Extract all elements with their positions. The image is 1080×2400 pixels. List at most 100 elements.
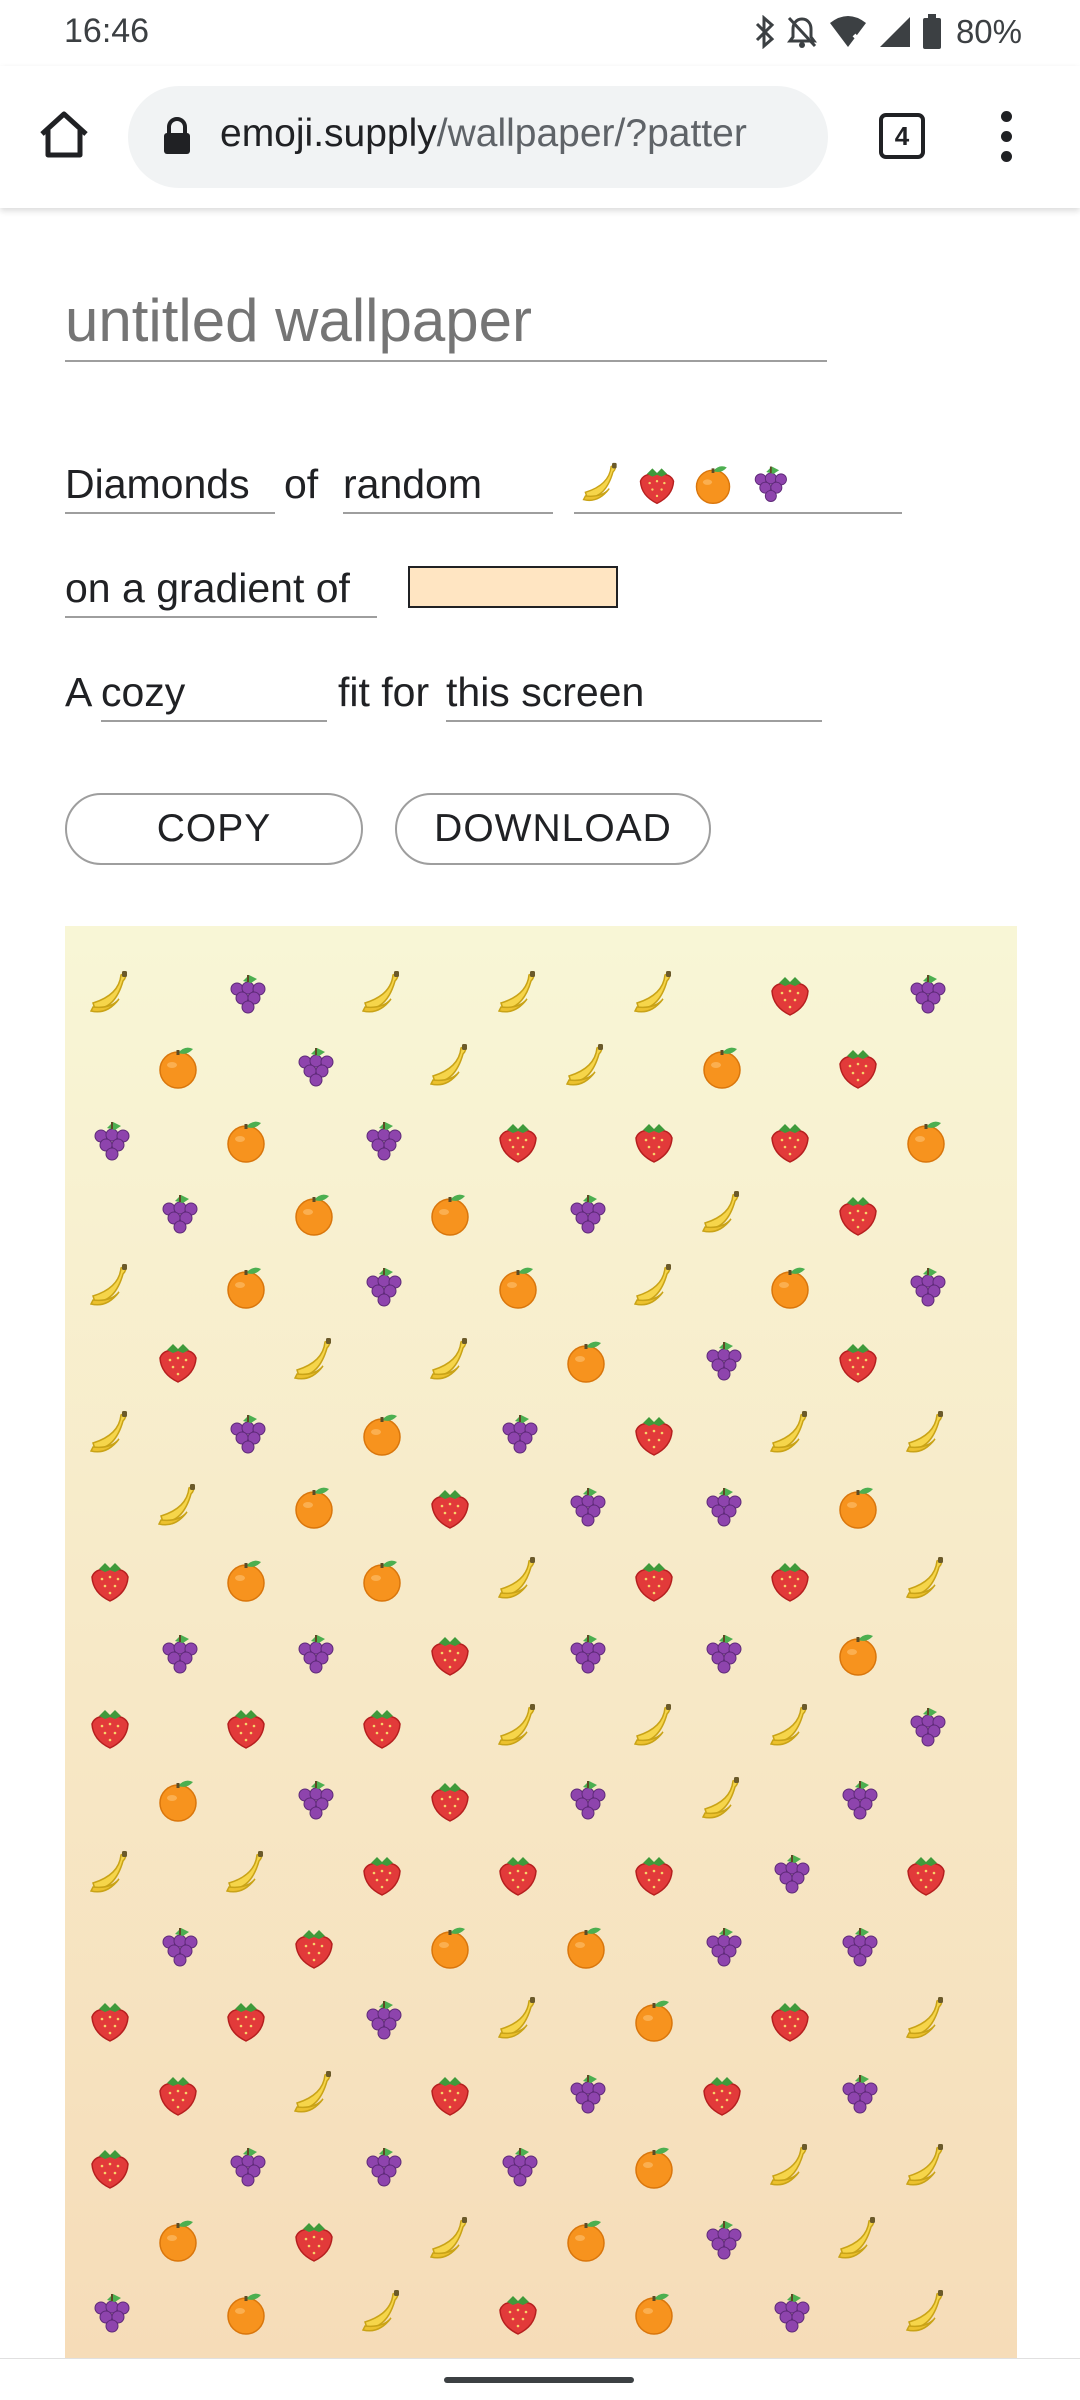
size-prefix: A: [65, 669, 93, 715]
strawberry-icon: [221, 1702, 271, 1752]
tangerine-icon: [289, 1482, 339, 1532]
grapes-icon: [493, 1409, 543, 1459]
bluetooth-icon: [754, 15, 776, 49]
url-text[interactable]: emoji.supply/wallpaper/?patter: [220, 112, 747, 156]
strawberry-icon: [629, 1849, 679, 1899]
navigation-bar: [0, 2358, 1080, 2400]
grapes-icon: [289, 1629, 339, 1679]
grapes-icon: [833, 2069, 883, 2119]
more-menu-button[interactable]: [978, 102, 1034, 170]
grapes-icon: [153, 1629, 203, 1679]
banana-icon: [697, 1775, 747, 1825]
banana-icon: [85, 1409, 135, 1459]
strawberry-icon: [629, 1555, 679, 1605]
battery-icon: [922, 14, 942, 50]
status-icons: 80%: [754, 10, 1022, 54]
copy-button[interactable]: COPY: [65, 793, 363, 865]
wallpaper-title-input[interactable]: [65, 280, 827, 362]
battery-percentage: 80%: [955, 13, 1022, 50]
tangerine-icon: [629, 2142, 679, 2192]
notifications-off-icon: [786, 15, 818, 49]
grapes-icon: [153, 1189, 203, 1239]
strawberry-icon: [493, 1116, 543, 1166]
tangerine-icon: [153, 1775, 203, 1825]
grapes-icon: [561, 1629, 611, 1679]
strawberry-icon: [425, 1775, 475, 1825]
grapes-icon: [561, 1482, 611, 1532]
tangerine-icon: [561, 1922, 611, 1972]
home-button[interactable]: [30, 102, 98, 170]
home-gesture-handle[interactable]: [444, 2377, 634, 2383]
grapes-icon: [85, 1116, 135, 1166]
page-content: Diamonds of random on a gradient of A co…: [0, 208, 1080, 2358]
banana-icon: [901, 1995, 951, 2045]
status-bar: 16:46 80%: [0, 0, 1080, 66]
grapes-icon: [561, 1775, 611, 1825]
banana-icon: [833, 2215, 883, 2265]
home-icon: [38, 110, 90, 163]
banana-icon: [357, 969, 407, 1019]
strawberry-icon: [221, 1995, 271, 2045]
grapes-icon: [357, 2142, 407, 2192]
grapes-icon: [746, 461, 792, 507]
tangerine-icon: [561, 1336, 611, 1386]
tangerine-icon: [357, 1409, 407, 1459]
tangerine-icon: [221, 1116, 271, 1166]
tangerine-icon: [221, 1555, 271, 1605]
strawberry-icon: [357, 1702, 407, 1752]
strawberry-icon: [634, 461, 680, 507]
grapes-icon: [561, 2069, 611, 2119]
banana-icon: [85, 1849, 135, 1899]
grapes-icon: [493, 2142, 543, 2192]
strawberry-icon: [289, 2215, 339, 2265]
banana-icon: [561, 1042, 611, 1092]
banana-icon: [901, 1409, 951, 1459]
grapes-icon: [561, 1189, 611, 1239]
banana-icon: [357, 2288, 407, 2338]
tangerine-icon: [697, 1042, 747, 1092]
size-select[interactable]: cozy: [101, 664, 327, 722]
strawberry-icon: [425, 1629, 475, 1679]
target-select[interactable]: this screen: [446, 664, 822, 722]
lock-icon[interactable]: [162, 117, 192, 160]
strawberry-icon: [85, 1702, 135, 1752]
strawberry-icon: [357, 1849, 407, 1899]
gradient-color-swatch[interactable]: [408, 566, 618, 608]
gradient-label: on a gradient of: [65, 560, 377, 618]
tangerine-icon: [629, 1995, 679, 2045]
strawberry-icon: [833, 1042, 883, 1092]
strawberry-icon: [833, 1189, 883, 1239]
grapes-icon: [221, 2142, 271, 2192]
banana-icon: [765, 1702, 815, 1752]
emoji-picker[interactable]: [574, 456, 902, 514]
browser-toolbar: emoji.supply/wallpaper/?patter 4: [0, 66, 1080, 208]
banana-icon: [493, 1555, 543, 1605]
banana-icon: [629, 1702, 679, 1752]
banana-icon: [289, 1336, 339, 1386]
grapes-icon: [289, 1775, 339, 1825]
banana-icon: [697, 1189, 747, 1239]
tangerine-icon: [221, 1262, 271, 1312]
grapes-icon: [357, 1262, 407, 1312]
tangerine-icon: [629, 2288, 679, 2338]
grapes-icon: [153, 1922, 203, 1972]
strawberry-icon: [85, 2142, 135, 2192]
strawberry-icon: [85, 1995, 135, 2045]
tangerine-icon: [561, 2215, 611, 2265]
menu-dot-icon: [1000, 110, 1012, 122]
pattern-select[interactable]: Diamonds: [65, 456, 275, 514]
banana-icon: [901, 2288, 951, 2338]
banana-icon: [765, 2142, 815, 2192]
grapes-icon: [765, 2288, 815, 2338]
strawberry-icon: [765, 969, 815, 1019]
mode-select[interactable]: random: [343, 456, 553, 514]
tab-switcher-button[interactable]: 4: [870, 104, 934, 168]
banana-icon: [901, 1555, 951, 1605]
strawberry-icon: [425, 2069, 475, 2119]
tangerine-icon: [493, 1262, 543, 1312]
url-domain: emoji.supply: [220, 112, 437, 155]
address-bar[interactable]: emoji.supply/wallpaper/?patter: [128, 86, 828, 188]
download-button[interactable]: DOWNLOAD: [395, 793, 711, 865]
tangerine-icon: [901, 1116, 951, 1166]
grapes-icon: [289, 1042, 339, 1092]
